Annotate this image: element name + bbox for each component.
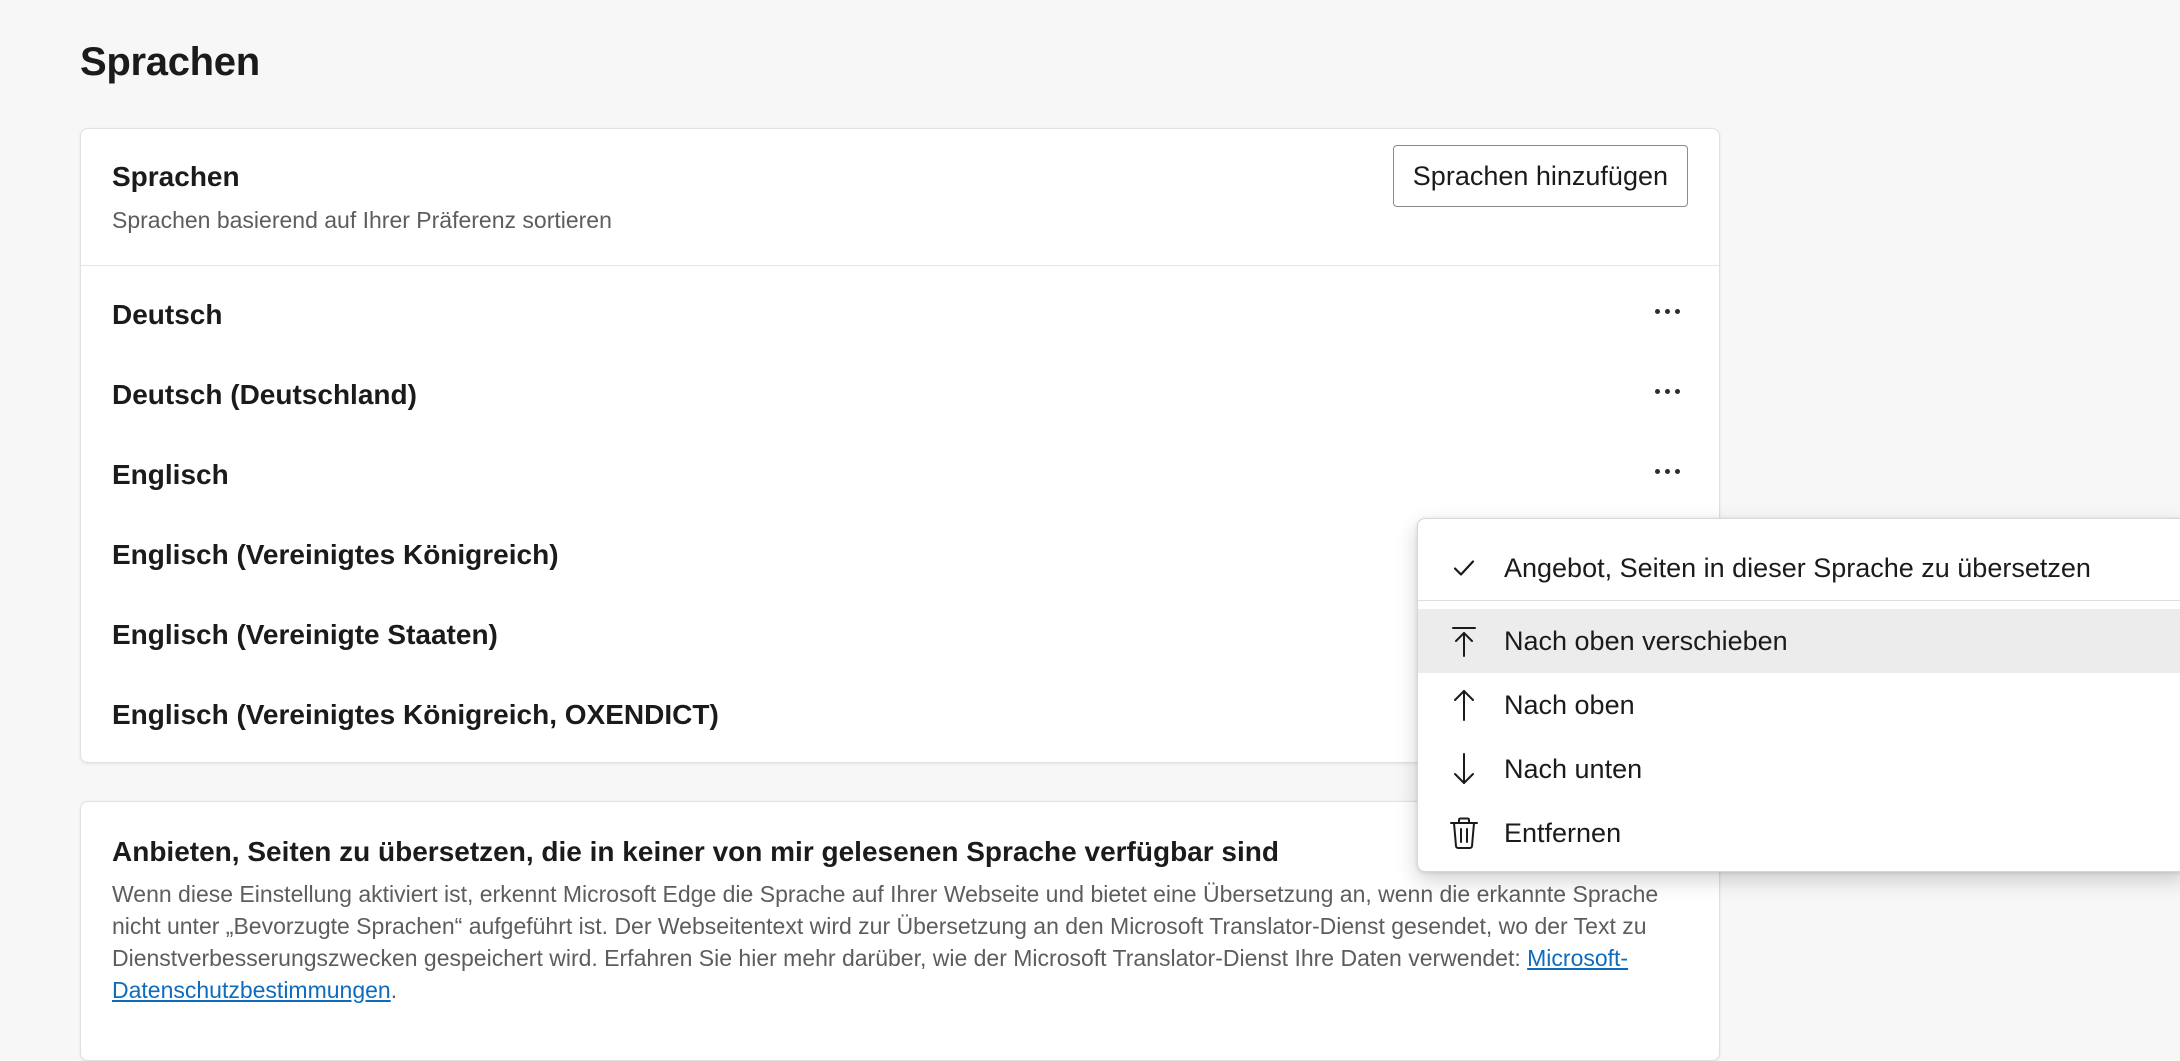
- more-options-button[interactable]: [1645, 453, 1689, 489]
- menu-item-label: Angebot, Seiten in dieser Sprache zu übe…: [1504, 553, 2091, 583]
- language-label: Deutsch: [112, 299, 223, 330]
- description-text: Wenn diese Einstellung aktiviert ist, er…: [112, 881, 1659, 971]
- menu-item-move-up[interactable]: Nach oben: [1418, 673, 2180, 737]
- language-item-deutsch-deutschland: Deutsch (Deutschland): [81, 355, 1719, 435]
- description-trailing: .: [390, 977, 398, 1003]
- language-label: Englisch: [112, 459, 229, 490]
- language-label: Englisch (Vereinigtes Königreich): [112, 539, 559, 570]
- language-label: Deutsch (Deutschland): [112, 379, 417, 410]
- translate-setting-description: Wenn diese Einstellung aktiviert ist, er…: [112, 878, 1672, 1006]
- more-horizontal-icon: [1654, 308, 1660, 314]
- language-label: Englisch (Vereinigte Staaten): [112, 619, 498, 650]
- add-languages-button[interactable]: Sprachen hinzufügen: [1392, 145, 1688, 207]
- trash-icon: [1450, 817, 1478, 849]
- menu-item-label: Nach oben: [1504, 690, 1635, 720]
- menu-item-label: Nach oben verschieben: [1504, 626, 1788, 656]
- more-options-button[interactable]: [1645, 373, 1689, 409]
- more-options-button[interactable]: [1645, 293, 1689, 329]
- language-item-englisch: Englisch: [81, 435, 1719, 515]
- menu-item-move-down[interactable]: Nach unten: [1418, 737, 2180, 801]
- menu-item-remove[interactable]: Entfernen: [1418, 801, 2180, 865]
- more-horizontal-icon: [1654, 388, 1660, 394]
- language-context-menu: Angebot, Seiten in dieser Sprache zu übe…: [1417, 518, 2180, 872]
- menu-item-label: Nach unten: [1504, 754, 1643, 784]
- language-label: Englisch (Vereinigtes Königreich, OXENDI…: [112, 699, 719, 730]
- move-to-top-icon: [1452, 627, 1476, 657]
- arrow-down-icon: [1454, 753, 1474, 784]
- arrow-up-icon: [1454, 690, 1474, 721]
- menu-item-label: Entfernen: [1504, 818, 1622, 848]
- language-item-deutsch: Deutsch: [81, 275, 1719, 355]
- languages-card-subtitle: Sprachen basierend auf Ihrer Präferenz s…: [112, 207, 612, 233]
- translate-setting-title: Anbieten, Seiten zu übersetzen, die in k…: [112, 836, 1279, 867]
- checkmark-icon: [1453, 560, 1475, 576]
- menu-item-move-to-top[interactable]: Nach oben verschieben: [1418, 609, 2180, 673]
- languages-card-title: Sprachen: [112, 161, 240, 192]
- menu-item-offer-translate[interactable]: Angebot, Seiten in dieser Sprache zu übe…: [1418, 536, 2180, 600]
- menu-divider: [1418, 600, 2180, 601]
- more-horizontal-icon: [1654, 468, 1660, 474]
- page-title: Sprachen: [80, 40, 260, 84]
- languages-card-header: Sprachen Sprachen basierend auf Ihrer Pr…: [81, 129, 1719, 266]
